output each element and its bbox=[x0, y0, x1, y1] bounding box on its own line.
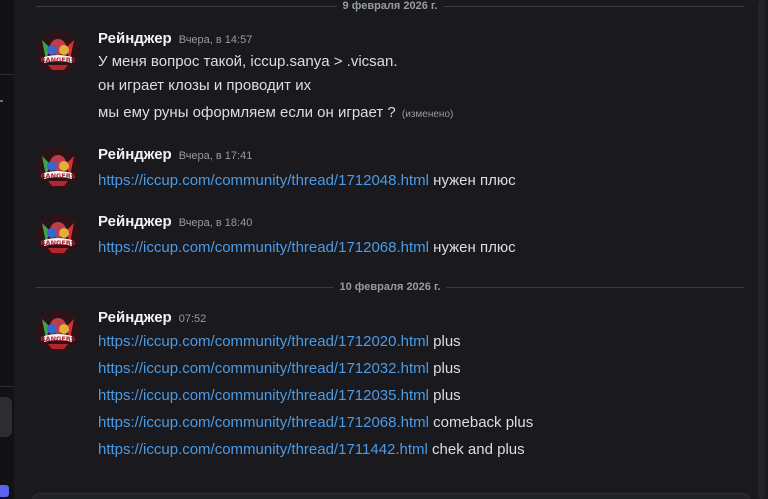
message-text-line: https://iccup.com/community/thread/17120… bbox=[98, 238, 516, 258]
message-text-line: https://iccup.com/community/thread/17120… bbox=[98, 332, 461, 352]
message-text: У меня вопрос такой, iccup.sanya > .vics… bbox=[98, 53, 398, 70]
message-group: RANGERS Рейнджер Вчера, в 14:57 У меня во… bbox=[36, 30, 736, 122]
username[interactable]: Рейнджер bbox=[98, 146, 172, 163]
message-header: Рейнджер Вчера, в 17:41 bbox=[98, 146, 252, 166]
chat-scrollbar[interactable] bbox=[758, 0, 765, 499]
message-text: он играет клозы и проводит их bbox=[98, 77, 312, 94]
message-text: plus bbox=[429, 360, 461, 377]
user-avatar[interactable]: RANGERS bbox=[36, 309, 80, 353]
user-avatar[interactable]: RANGERS bbox=[36, 146, 80, 190]
message-text-line: мы ему руны оформляем если он играет ? (… bbox=[98, 103, 453, 125]
rangers-logo-icon: RANGERS bbox=[36, 309, 80, 353]
thread-link[interactable]: https://iccup.com/community/thread/17120… bbox=[98, 172, 429, 189]
sidebar-active-indicator[interactable] bbox=[0, 485, 9, 497]
message-composer[interactable] bbox=[32, 493, 750, 499]
thread-link[interactable]: https://iccup.com/community/thread/17120… bbox=[98, 360, 429, 377]
message-header: Рейнджер Вчера, в 18:40 bbox=[98, 213, 252, 233]
thread-link[interactable]: https://iccup.com/community/thread/17120… bbox=[98, 333, 429, 350]
message-text-line: https://iccup.com/community/thread/17120… bbox=[98, 171, 516, 191]
message-header: Рейнджер 07:52 bbox=[98, 309, 206, 329]
message-text: мы ему руны оформляем если он играет ? bbox=[98, 104, 396, 121]
message-text-line: https://iccup.com/community/thread/17120… bbox=[98, 413, 533, 433]
svg-text:RANGERS: RANGERS bbox=[41, 172, 76, 180]
user-avatar[interactable]: RANGERS bbox=[36, 30, 80, 74]
discord-window: 9 февраля 2026 г. RANGERS РейнджерВчера bbox=[0, 0, 768, 499]
sidebar-divider bbox=[0, 386, 14, 387]
rangers-logo-icon: RANGERS bbox=[36, 213, 80, 257]
message-text: нужен плюс bbox=[429, 172, 516, 189]
message-header: Рейнджер Вчера, в 14:57 bbox=[98, 30, 252, 50]
thread-link[interactable]: https://iccup.com/community/thread/17120… bbox=[98, 387, 429, 404]
thread-link[interactable]: https://iccup.com/community/thread/17120… bbox=[98, 239, 429, 256]
timestamp[interactable]: Вчера, в 18:40 bbox=[179, 217, 253, 229]
svg-text:RANGERS: RANGERS bbox=[41, 56, 76, 64]
rangers-logo-icon: RANGERS bbox=[36, 30, 80, 74]
date-divider-label: 9 февраля 2026 г. bbox=[336, 0, 444, 12]
sidebar-channel-item[interactable] bbox=[0, 397, 12, 437]
message-text-line: https://iccup.com/community/thread/17120… bbox=[98, 359, 461, 379]
thread-link[interactable]: https://iccup.com/community/thread/17114… bbox=[98, 441, 428, 458]
left-sidebar-edge bbox=[0, 0, 14, 499]
message-group: RANGERS Рейнджер Вчера, в 18:40 https://i… bbox=[36, 213, 736, 259]
sidebar-divider bbox=[0, 74, 14, 75]
message-group: RANGERS Рейнджер 07:52 https://iccup.com/… bbox=[36, 309, 736, 464]
thread-link[interactable]: https://iccup.com/community/thread/17120… bbox=[98, 414, 429, 431]
message-text: chek and plus bbox=[427, 441, 525, 458]
sidebar-tick bbox=[0, 100, 3, 102]
user-avatar[interactable]: RANGERS bbox=[36, 213, 80, 257]
message-text: plus bbox=[429, 333, 461, 350]
message-text: comeback plus bbox=[429, 414, 534, 431]
rangers-logo-icon: RANGERS bbox=[36, 146, 80, 190]
message-text: plus bbox=[429, 387, 461, 404]
message-text-line: https://iccup.com/community/thread/17120… bbox=[98, 386, 461, 406]
chat-area: 9 февраля 2026 г. RANGERS РейнджерВчера bbox=[14, 0, 768, 499]
message-text-line: https://iccup.com/community/thread/17114… bbox=[98, 440, 525, 460]
date-divider-label: 10 февраля 2026 г. bbox=[333, 281, 447, 293]
username[interactable]: Рейнджер bbox=[98, 30, 172, 47]
svg-text:RANGERS: RANGERS bbox=[41, 335, 76, 343]
svg-text:RANGERS: RANGERS bbox=[41, 239, 76, 247]
timestamp[interactable]: Вчера, в 17:41 bbox=[179, 150, 253, 162]
username[interactable]: Рейнджер bbox=[98, 213, 172, 230]
message-group: RANGERS Рейнджер Вчера, в 17:41 https://i… bbox=[36, 146, 736, 192]
date-divider: 9 февраля 2026 г. bbox=[36, 0, 744, 12]
username[interactable]: Рейнджер bbox=[98, 309, 172, 326]
date-divider: 10 февраля 2026 г. bbox=[36, 281, 744, 293]
message-text: нужен плюс bbox=[429, 239, 516, 256]
edited-label: (изменено) bbox=[401, 109, 454, 120]
timestamp[interactable]: 07:52 bbox=[179, 313, 207, 325]
timestamp[interactable]: Вчера, в 14:57 bbox=[179, 34, 253, 46]
